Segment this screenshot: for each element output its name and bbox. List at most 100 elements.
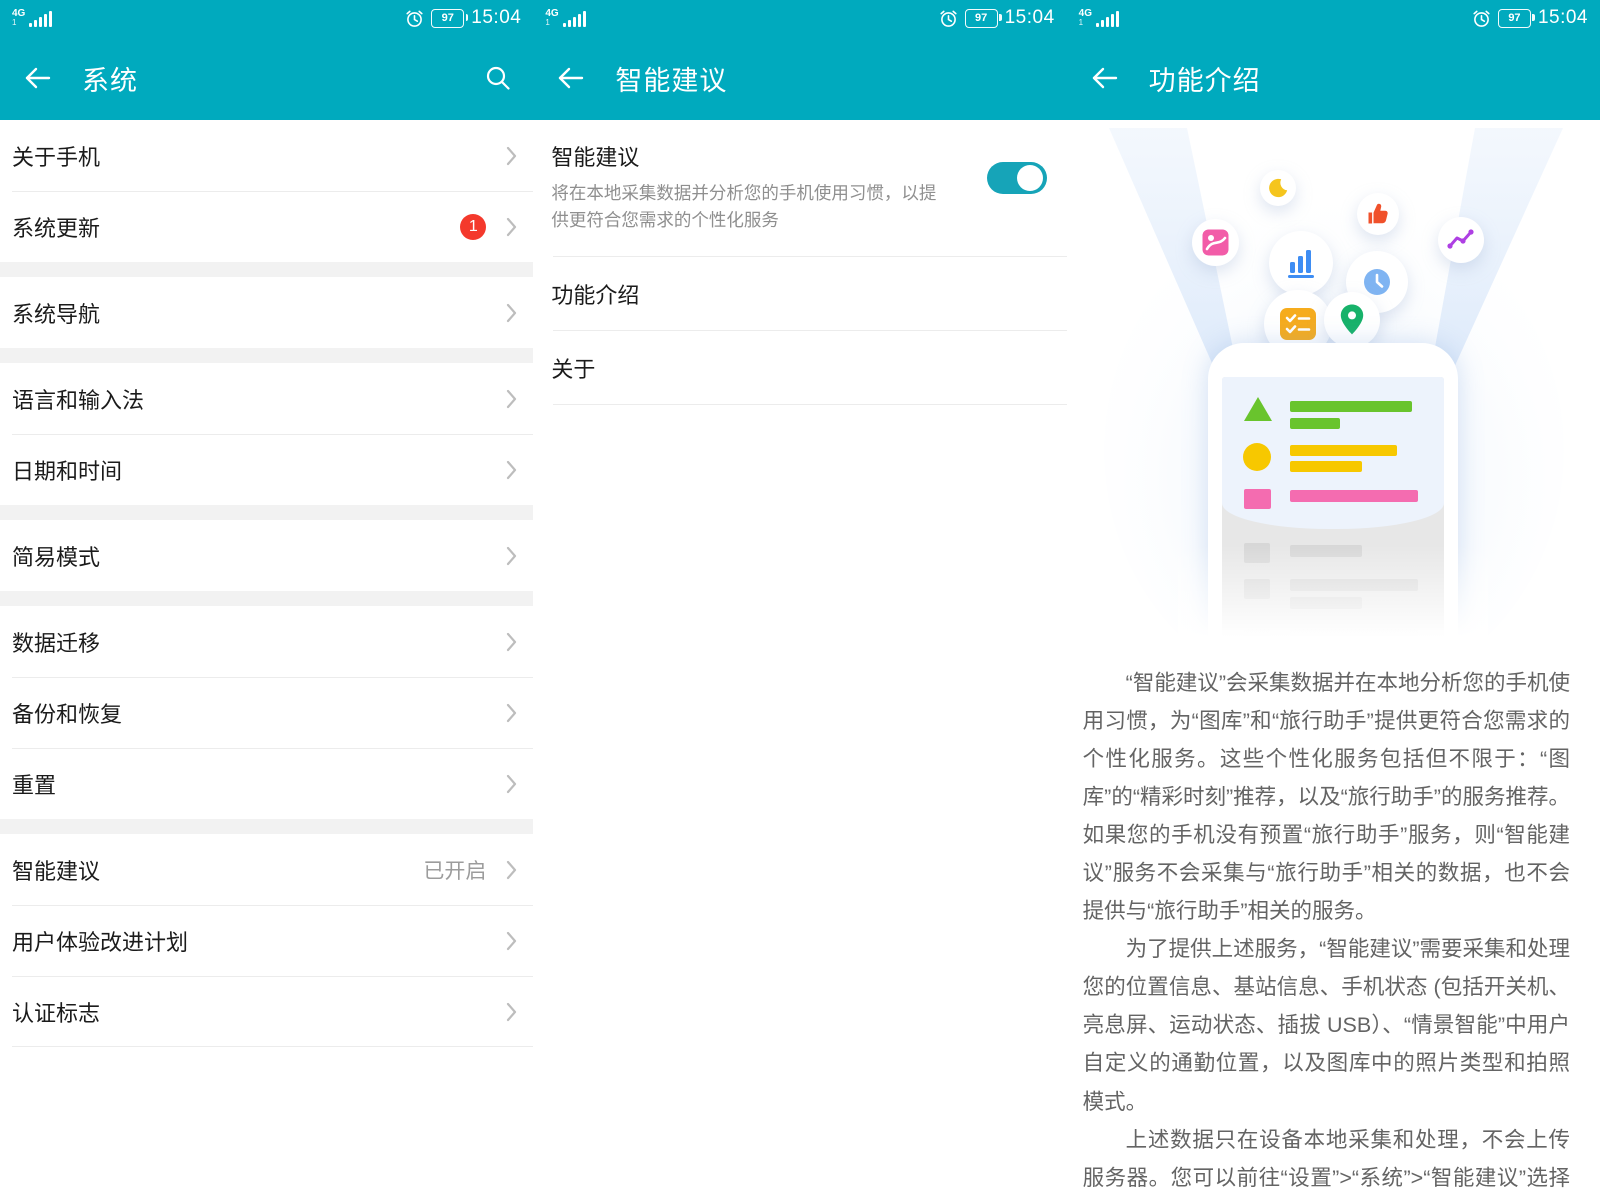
smart-suggestions-toggle-row: 智能建议 将在本地采集数据并分析您的手机使用习惯，以提供更符合您需求的个性化服务	[533, 120, 1066, 256]
app-header: 智能建议	[533, 36, 1066, 120]
sim-index-label: 1	[545, 19, 549, 27]
back-icon[interactable]	[1089, 65, 1119, 91]
trend-line-icon	[1438, 217, 1484, 263]
photo-icon	[1192, 219, 1239, 266]
paragraph: “智能建议”会采集数据并在本地分析您的手机使用习惯，为“图库”和“旅行助手”提供…	[1083, 664, 1570, 930]
feature-illustration	[1067, 120, 1600, 658]
sim-index-label: 1	[12, 19, 16, 27]
group-separator	[0, 262, 533, 277]
back-icon[interactable]	[555, 65, 585, 91]
chevron-right-icon	[506, 703, 517, 723]
moon-icon	[1260, 170, 1296, 206]
settings-item-backup-restore[interactable]: 备份和恢复	[0, 677, 533, 748]
paragraph: 为了提供上述服务，“智能建议”需要采集和处理您的位置信息、基站信息、手机状态 (…	[1083, 930, 1570, 1120]
item-label: 智能建议	[12, 854, 423, 886]
chevron-right-icon	[506, 303, 517, 323]
battery-percent: 97	[975, 12, 987, 24]
item-label: 数据迁移	[12, 626, 498, 658]
settings-item-system-navigation[interactable]: 系统导航	[0, 277, 533, 348]
app-header: 功能介绍	[1067, 36, 1600, 120]
page-title: 智能建议	[615, 59, 727, 98]
chevron-right-icon	[506, 860, 517, 880]
mock-circle	[1243, 443, 1271, 471]
item-label: 用户体验改进计划	[12, 925, 498, 957]
panel-smart-suggestions: 4G 1 97 15:04 智能建议 智能建议 将在本地采集数据并分析您的手机使…	[533, 0, 1066, 1200]
status-bar: 4G 1 97 15:04	[533, 0, 1066, 36]
clock-time: 15:04	[1005, 7, 1055, 29]
chevron-right-icon	[506, 774, 517, 794]
item-label: 系统更新	[12, 211, 460, 243]
status-bar: 4G 1 97 15:04	[0, 0, 533, 36]
paragraph: 上述数据只在设备本地采集和处理，不会上传服务器。您可以前往“设置”>“系统”>“…	[1083, 1121, 1570, 1200]
item-label: 重置	[12, 768, 498, 800]
group-separator	[0, 348, 533, 363]
smart-suggestions-toggle[interactable]	[987, 162, 1047, 194]
battery-icon: 97	[965, 9, 998, 28]
settings-item-date-time[interactable]: 日期和时间	[0, 434, 533, 505]
signal-bars-icon	[563, 11, 586, 27]
settings-item-about-phone[interactable]: 关于手机	[0, 120, 533, 191]
signal-bars-icon	[29, 11, 52, 27]
item-label: 系统导航	[12, 297, 498, 329]
item-label: 语言和输入法	[12, 383, 498, 415]
chevron-right-icon	[506, 460, 517, 480]
item-label: 认证标志	[12, 996, 498, 1028]
toggle-item-label: 智能建议	[551, 140, 968, 172]
settings-item-smart-suggestions[interactable]: 智能建议 已开启	[0, 834, 533, 905]
item-label: 关于	[551, 352, 595, 384]
chevron-right-icon	[506, 632, 517, 652]
alarm-icon	[939, 9, 958, 28]
group-separator	[0, 819, 533, 834]
mock-square	[1244, 489, 1271, 509]
alarm-icon	[1472, 9, 1491, 28]
status-bar: 4G 1 97 15:04	[1067, 0, 1600, 36]
page-title: 功能介绍	[1149, 59, 1261, 98]
settings-item-language-input[interactable]: 语言和输入法	[0, 363, 533, 434]
group-separator	[0, 505, 533, 520]
clock-time: 15:04	[471, 7, 521, 29]
mock-triangle	[1244, 397, 1272, 421]
settings-item-reset[interactable]: 重置	[0, 748, 533, 819]
app-header: 系统	[0, 36, 533, 120]
settings-item-certification[interactable]: 认证标志	[0, 976, 533, 1047]
chevron-right-icon	[506, 146, 517, 166]
clock-time: 15:04	[1538, 7, 1588, 29]
chevron-right-icon	[506, 1002, 517, 1022]
thumbs-up-icon	[1357, 193, 1399, 235]
battery-percent: 97	[1508, 12, 1520, 24]
page-title: 系统	[82, 59, 138, 98]
chevron-right-icon	[506, 389, 517, 409]
phone-mockup	[1208, 343, 1458, 658]
chevron-right-icon	[506, 931, 517, 951]
update-count-badge: 1	[460, 214, 486, 240]
panel-feature-intro: 4G 1 97 15:04 功能介绍	[1067, 0, 1600, 1200]
settings-item-system-update[interactable]: 系统更新 1	[0, 191, 533, 262]
battery-percent: 97	[442, 12, 454, 24]
signal-icon: 4G 1	[1079, 9, 1119, 27]
item-label: 日期和时间	[12, 454, 498, 486]
item-label: 简易模式	[12, 540, 498, 572]
item-label: 关于手机	[12, 140, 498, 172]
mock-list-colored	[1222, 377, 1444, 529]
settings-item-user-experience[interactable]: 用户体验改进计划	[0, 905, 533, 976]
feature-description: “智能建议”会采集数据并在本地分析您的手机使用习惯，为“图库”和“旅行助手”提供…	[1067, 658, 1600, 1200]
menu-item-feature-intro[interactable]: 功能介绍	[533, 257, 1066, 330]
menu-item-about[interactable]: 关于	[533, 331, 1066, 404]
location-pin-icon	[1324, 292, 1380, 348]
battery-icon: 97	[1498, 9, 1531, 28]
settings-item-data-migration[interactable]: 数据迁移	[0, 606, 533, 677]
item-label: 功能介绍	[551, 278, 639, 310]
panel-system: 4G 1 97 15:04 系统 关于手机 系统更新 1	[0, 0, 533, 1200]
signal-icon: 4G 1	[545, 9, 585, 27]
search-icon[interactable]	[485, 65, 511, 91]
back-icon[interactable]	[22, 65, 52, 91]
divider	[553, 404, 1066, 405]
group-separator	[0, 591, 533, 606]
settings-item-simple-mode[interactable]: 简易模式	[0, 520, 533, 591]
signal-icon: 4G 1	[12, 9, 52, 27]
alarm-icon	[405, 9, 424, 28]
battery-icon: 97	[431, 9, 464, 28]
chevron-right-icon	[506, 546, 517, 566]
signal-bars-icon	[1096, 11, 1119, 27]
toggle-item-description: 将在本地采集数据并分析您的手机使用习惯，以提供更符合您需求的个性化服务	[551, 180, 951, 234]
